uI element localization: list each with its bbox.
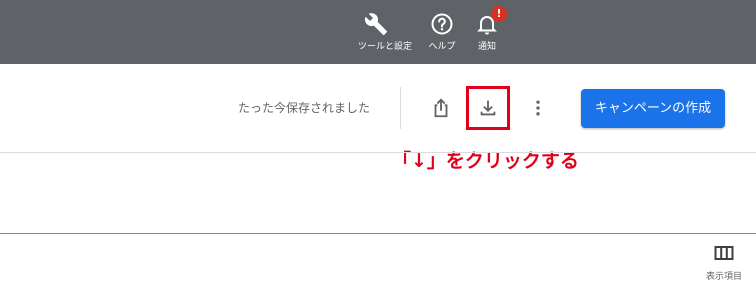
divider-line	[0, 152, 756, 153]
create-campaign-button[interactable]: キャンペーンの作成	[581, 89, 725, 128]
columns-button[interactable]: 表示項目	[696, 245, 752, 282]
columns-icon	[714, 246, 734, 260]
share-icon	[434, 98, 448, 118]
share-button[interactable]	[423, 90, 459, 126]
toolbar-divider	[400, 87, 401, 129]
top-header: ツールと設定 ヘルプ ! 通知	[0, 0, 756, 64]
notifications-item[interactable]: ! 通知	[459, 6, 515, 53]
download-icon	[480, 100, 496, 116]
more-options-button[interactable]	[520, 90, 556, 126]
help-icon	[431, 13, 453, 35]
wrench-icon	[364, 13, 387, 35]
tools-settings-label: ツールと設定	[358, 42, 413, 52]
table-top-border	[0, 233, 756, 234]
notifications-label: 通知	[477, 42, 496, 52]
tools-settings-item[interactable]: ツールと設定	[348, 12, 413, 53]
notification-badge: !	[491, 6, 507, 22]
instruction-annotation: 「↓」をクリックする	[392, 150, 579, 172]
saved-status-text: たった今保存されました	[238, 101, 371, 115]
download-button[interactable]	[470, 90, 506, 126]
more-vert-icon	[536, 100, 540, 116]
columns-label: 表示項目	[705, 272, 742, 282]
